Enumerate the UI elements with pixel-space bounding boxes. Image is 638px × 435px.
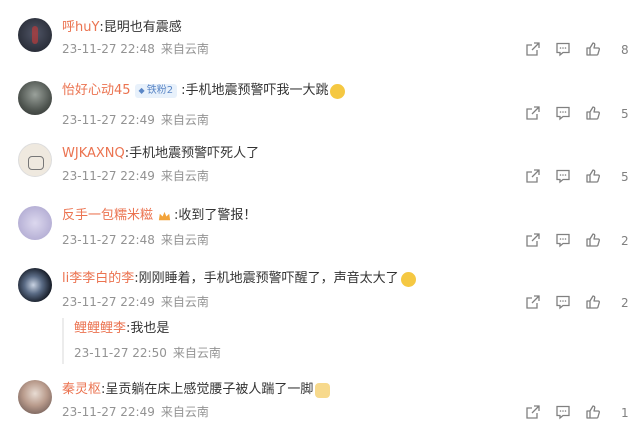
laughing-emoji-icon <box>330 83 346 99</box>
share-icon[interactable] <box>525 41 541 57</box>
username[interactable]: 反手一包糯米糍 <box>62 207 153 225</box>
comment-icon[interactable] <box>555 105 571 121</box>
share-icon[interactable] <box>525 168 541 184</box>
comment-icon[interactable] <box>555 168 571 184</box>
timestamp: 23-11-27 22:48 <box>62 42 155 56</box>
comment-text: :收到了警报！ <box>174 208 257 223</box>
avatar[interactable] <box>18 206 52 240</box>
timestamp: 23-11-27 22:49 <box>62 169 155 183</box>
like-icon[interactable] <box>585 168 601 184</box>
username[interactable]: 秦灵枢 <box>62 381 101 399</box>
reply-location: 来自云南 <box>172 346 221 360</box>
comment-icon[interactable] <box>555 41 571 57</box>
like-icon[interactable] <box>585 232 601 248</box>
comment-icon[interactable] <box>555 294 571 310</box>
location: 来自云南 <box>160 169 209 183</box>
share-icon[interactable] <box>525 232 541 248</box>
avatar[interactable] <box>18 143 52 177</box>
timestamp: 23-11-27 22:48 <box>62 233 155 247</box>
location: 来自云南 <box>160 233 209 247</box>
like-count: 5 <box>621 170 629 184</box>
location: 来自云南 <box>160 405 209 419</box>
username[interactable]: 怡好心动45 <box>62 82 131 100</box>
like-icon[interactable] <box>585 41 601 57</box>
avatar[interactable] <box>18 380 52 414</box>
comment-text: :手机地震预警吓我一大跳 <box>181 83 329 98</box>
username[interactable]: 呼huY <box>62 19 99 37</box>
like-count: 2 <box>621 296 629 310</box>
laughing-emoji-icon <box>400 271 416 287</box>
username[interactable]: li李李白的李 <box>62 270 134 288</box>
location: 来自云南 <box>160 42 209 56</box>
comment-icon[interactable] <box>555 232 571 248</box>
like-icon[interactable] <box>585 404 601 420</box>
timestamp: 23-11-27 22:49 <box>62 113 155 127</box>
like-count: 2 <box>621 234 629 248</box>
share-icon[interactable] <box>525 404 541 420</box>
username[interactable]: WJKAXNQ <box>62 145 125 163</box>
reply-item: 鲤鲤鲤李:我也是 23-11-27 22:50 来自云南 <box>62 318 384 364</box>
timestamp: 23-11-27 22:49 <box>62 405 155 419</box>
like-count: 8 <box>621 43 629 57</box>
comment-text: :手机地震预警吓死人了 <box>124 146 260 161</box>
cat-emoji-icon <box>315 382 331 398</box>
comment-text: :呈贡躺在床上感觉腰子被人踹了一脚 <box>101 382 314 397</box>
like-icon[interactable] <box>585 294 601 310</box>
reply-text: :我也是 <box>126 321 170 336</box>
like-icon[interactable] <box>585 105 601 121</box>
like-count: 1 <box>621 406 629 420</box>
share-icon[interactable] <box>525 294 541 310</box>
avatar[interactable] <box>18 18 52 52</box>
avatar[interactable] <box>18 268 52 302</box>
fan-badge: ◆ 铁粉2 <box>134 84 178 98</box>
comment-icon[interactable] <box>555 404 571 420</box>
share-icon[interactable] <box>525 105 541 121</box>
crown-badge-icon <box>157 209 172 224</box>
timestamp: 23-11-27 22:49 <box>62 295 155 309</box>
like-count: 5 <box>621 107 629 121</box>
fan-badge-label: 铁粉2 <box>146 85 174 96</box>
comment-text: :昆明也有震感 <box>99 20 182 35</box>
avatar[interactable] <box>18 81 52 115</box>
comment-text: :刚刚睡着，手机地震预警吓醒了，声音太大了 <box>134 271 399 286</box>
reply-timestamp: 23-11-27 22:50 <box>74 346 167 360</box>
location: 来自云南 <box>160 295 209 309</box>
reply-username[interactable]: 鲤鲤鲤李 <box>74 320 126 338</box>
location: 来自云南 <box>160 113 209 127</box>
